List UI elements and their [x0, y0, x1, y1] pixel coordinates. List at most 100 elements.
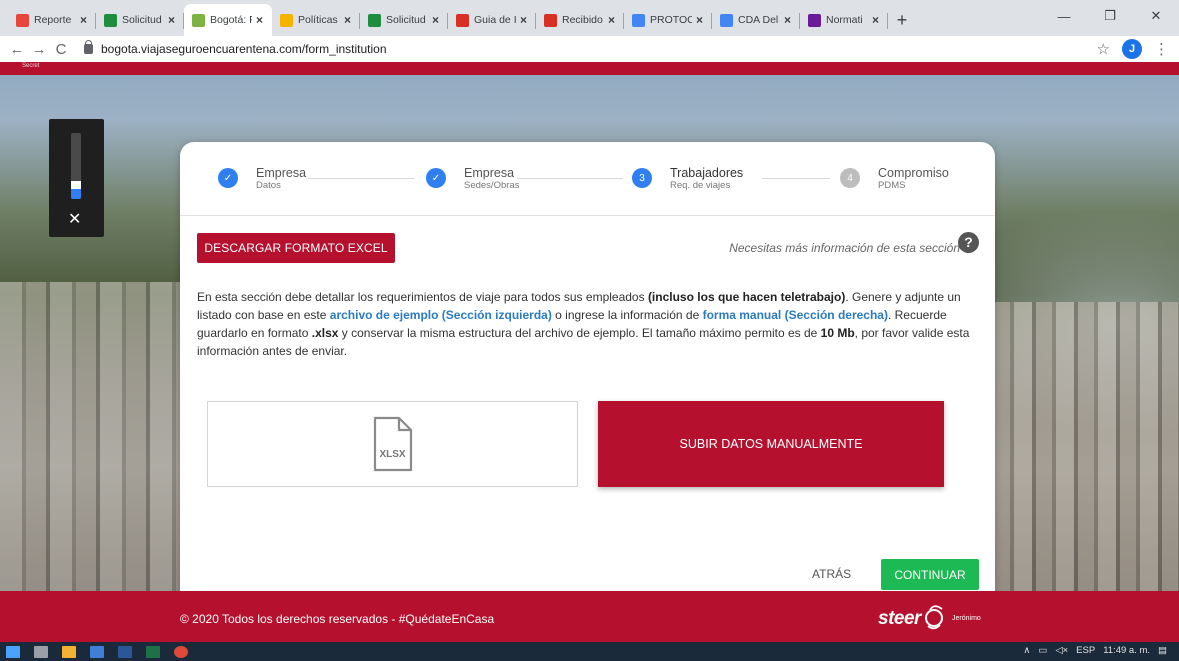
- windows-taskbar: ∧ ▭ ◁× ESP 11:49 a. m. ▤: [0, 642, 1179, 661]
- url-field[interactable]: bogota.viajaseguroencuarentena.com/form_…: [84, 40, 387, 56]
- reload-icon[interactable]: C: [50, 41, 72, 58]
- desc-bold: 10 Mb: [820, 326, 855, 340]
- browser-tab-strip: Reporte × Solicitud × Bogotá: F × Políticas × So…: [0, 0, 1179, 36]
- browser-tab[interactable]: Recibido ×: [536, 4, 624, 36]
- form-card: ✓ Empresa Datos ✓ Empresa Sedes/Obras 3 Tr…: [180, 142, 995, 639]
- window-controls: — ❐ ✕: [1041, 4, 1179, 28]
- step-trabajadores[interactable]: 3 Trabajadores Req. de viajes: [632, 166, 743, 191]
- minimize-icon[interactable]: —: [1041, 4, 1087, 28]
- sun-icon: [192, 13, 205, 27]
- manual-upload-button[interactable]: SUBIR DATOS MANUALMENTE: [598, 401, 944, 487]
- help-text: Necesitas más información de esta secció…: [729, 241, 960, 255]
- xlsx-file-icon: XLSX: [372, 415, 414, 473]
- excel-icon[interactable]: [146, 645, 160, 658]
- browser-tab[interactable]: Reporte ×: [8, 4, 96, 36]
- manual-form-link[interactable]: forma manual (Sección derecha): [703, 308, 888, 322]
- progress-stepper: ✓ Empresa Datos ✓ Empresa Sedes/Obras 3 Tr…: [180, 142, 995, 216]
- tray-volume-icon[interactable]: ◁×: [1055, 645, 1068, 656]
- browser-tab[interactable]: Normati ×: [800, 4, 888, 36]
- step-subtitle: PDMS: [878, 180, 906, 191]
- computer-icon[interactable]: [90, 645, 104, 658]
- browser-menu-icon[interactable]: ⋮: [1154, 40, 1169, 58]
- tab-close-icon[interactable]: ×: [168, 13, 178, 27]
- step-check-icon: ✓: [426, 168, 446, 188]
- drive-icon: [720, 13, 733, 27]
- browser-tab[interactable]: Solicitud ×: [360, 4, 448, 36]
- page-footer: © 2020 Todos los derechos reservados - #…: [0, 591, 1179, 642]
- tab-close-icon[interactable]: ×: [784, 13, 794, 27]
- tab-close-icon[interactable]: ×: [872, 13, 882, 27]
- volume-thumb[interactable]: [71, 181, 81, 189]
- file-upload-dropzone[interactable]: XLSX: [207, 401, 578, 487]
- bookmark-star-icon[interactable]: ☆: [1097, 40, 1110, 58]
- url-text: bogota.viajaseguroencuarentena.com/form_…: [101, 42, 387, 56]
- notifications-icon[interactable]: ▤: [1158, 645, 1167, 656]
- jeronimo-logo-icon: [925, 605, 943, 630]
- tray-clock[interactable]: 11:49 a. m.: [1103, 645, 1150, 656]
- task-view-icon[interactable]: [34, 645, 48, 658]
- star-icon: [16, 13, 29, 27]
- browser-tab-label: Políticas: [298, 14, 338, 26]
- step-empresa-sedes[interactable]: ✓ Empresa Sedes/Obras: [426, 166, 519, 191]
- gov-icon: [808, 13, 821, 27]
- word-icon[interactable]: [118, 645, 132, 658]
- tab-close-icon[interactable]: ×: [344, 13, 354, 27]
- browser-tab[interactable]: Políticas ×: [272, 4, 360, 36]
- system-tray: ∧ ▭ ◁× ESP 11:49 a. m. ▤: [1023, 645, 1167, 656]
- question-icon[interactable]: ?: [958, 231, 979, 253]
- example-file-link[interactable]: archivo de ejemplo (Sección izquierda): [330, 308, 552, 322]
- profile-avatar[interactable]: J: [1122, 39, 1142, 59]
- background-city-left: [0, 282, 180, 602]
- tray-language[interactable]: ESP: [1076, 645, 1095, 656]
- desc-text: y conservar la misma estructura del arch…: [338, 326, 821, 340]
- forward-arrow-icon[interactable]: →: [28, 41, 50, 58]
- windows-start-icon[interactable]: [6, 645, 20, 658]
- browser-tab[interactable]: Bogotá: F ×: [184, 4, 272, 36]
- tab-close-icon[interactable]: ×: [256, 13, 266, 27]
- continue-button[interactable]: CONTINUAR: [881, 559, 979, 590]
- step-connector: [308, 178, 414, 179]
- tab-close-icon[interactable]: ×: [80, 13, 90, 27]
- step-check-icon: ✓: [218, 168, 238, 188]
- browser-tab[interactable]: CDA Del ×: [712, 4, 800, 36]
- browser-tab-label: Solicitud: [122, 14, 162, 26]
- desc-text: o ingrese la información de: [551, 308, 703, 322]
- step-number: 4: [840, 168, 860, 188]
- browser-tab-label: Recibido: [562, 14, 603, 26]
- browser-tab[interactable]: PROTOC ×: [624, 4, 712, 36]
- help-link[interactable]: Necesitas más información de esta secció…: [729, 231, 979, 255]
- instructions-paragraph: En esta sección debe detallar los requer…: [197, 288, 977, 360]
- tab-close-icon[interactable]: ×: [608, 13, 618, 27]
- background-city-right: [994, 302, 1179, 602]
- step-connector: [762, 178, 830, 179]
- browser-tab[interactable]: Solicitud ×: [96, 4, 184, 36]
- close-window-icon[interactable]: ✕: [1133, 4, 1179, 28]
- step-compromiso[interactable]: 4 Compromiso PDMS: [840, 166, 949, 191]
- gmail-icon: [544, 13, 557, 27]
- volume-close-icon[interactable]: ✕: [68, 209, 81, 229]
- page-viewport: Secret ✕ ✓ Empresa Datos ✓ Empresa Sedes/O…: [0, 62, 1179, 642]
- restore-icon[interactable]: ❐: [1087, 4, 1133, 28]
- file-explorer-icon[interactable]: [62, 645, 76, 658]
- download-excel-button[interactable]: DESCARGAR FORMATO EXCEL: [197, 233, 395, 263]
- sheets-icon: [104, 13, 117, 27]
- new-tab-button[interactable]: +: [888, 4, 916, 36]
- tray-chevron-icon[interactable]: ∧: [1023, 645, 1030, 656]
- browser-tab[interactable]: Guia de I ×: [448, 4, 536, 36]
- chrome-icon[interactable]: [174, 645, 188, 658]
- tab-close-icon[interactable]: ×: [520, 13, 530, 27]
- back-button[interactable]: ATRÁS: [812, 567, 851, 581]
- step-title: Compromiso: [878, 166, 949, 180]
- volume-level-fill: [71, 189, 81, 199]
- address-bar: ← → C bogota.viajaseguroencuarentena.com…: [0, 36, 1179, 62]
- tab-close-icon[interactable]: ×: [432, 13, 442, 27]
- tray-network-icon[interactable]: ▭: [1038, 645, 1047, 656]
- back-arrow-icon[interactable]: ←: [6, 41, 28, 58]
- step-number: 3: [632, 168, 652, 188]
- shield-icon: [280, 13, 293, 27]
- tab-close-icon[interactable]: ×: [696, 13, 706, 27]
- step-subtitle: Req. de viajes: [670, 180, 731, 191]
- step-empresa-datos[interactable]: ✓ Empresa Datos: [218, 166, 306, 191]
- volume-overlay: ✕: [49, 119, 104, 237]
- step-title: Empresa: [464, 166, 515, 180]
